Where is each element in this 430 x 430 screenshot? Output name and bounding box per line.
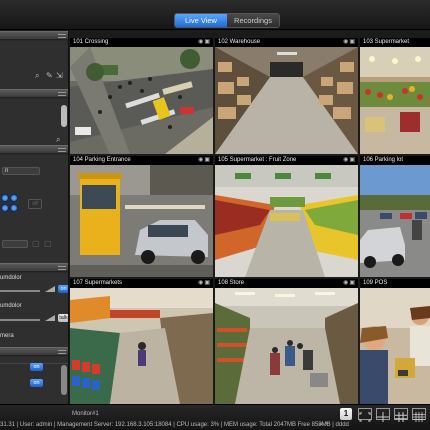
speed-select[interactable] [2, 240, 28, 248]
ptz-left[interactable] [1, 204, 9, 212]
audio-on-button[interactable]: on [58, 285, 68, 293]
talk-button[interactable]: talk [58, 314, 68, 322]
volume-ramp-icon [45, 286, 55, 292]
video-feed [360, 47, 430, 154]
camera-label: 106 Parking lot [363, 157, 404, 163]
camera-label: 103 Supermarket [363, 39, 410, 45]
video-feed [215, 165, 358, 277]
outputs-panel: on on [0, 357, 68, 404]
tab-recordings[interactable]: Recordings [227, 14, 279, 27]
camera-label: 102 Warehouse [218, 39, 261, 45]
layout-3x3-button[interactable] [394, 408, 408, 422]
panel-header-cameras[interactable] [0, 31, 68, 40]
camera-label: 101 Crossing [73, 39, 109, 45]
camera-tile-105[interactable]: 105 Supermarket : Fruit Zone ◉▣ [215, 156, 358, 277]
grid-3x3-icon [395, 412, 407, 422]
preset-select[interactable]: n [2, 167, 40, 175]
ptz-down[interactable] [10, 204, 18, 212]
grip-icon [58, 148, 66, 152]
search-icon[interactable]: ⌕ [35, 71, 39, 80]
camera-tile-108[interactable]: 108 Store ◉▣ [215, 279, 358, 404]
panel-header-ptz[interactable] [0, 145, 68, 154]
video-feed [215, 288, 358, 404]
video-feed [360, 288, 430, 404]
grid-2x2-icon [377, 412, 389, 422]
monitor-label: Monitor#1 [72, 411, 99, 417]
layout-1x1-button[interactable]: 1 [340, 408, 352, 420]
camera-tile-101[interactable]: 101 Crossing ◉▣ [70, 38, 213, 154]
camera-grid: 101 Crossing ◉▣ 102 Warehouse ◉▣ 103 Sup… [70, 38, 430, 404]
view-mode-switch: Live View Recordings [174, 13, 280, 28]
ptz-off-button[interactable]: off [28, 199, 42, 209]
ptz-panel: n off ▢ ▢ [0, 155, 68, 263]
zoom-out-icon[interactable]: ▢ [32, 239, 40, 248]
audio-label-3: mera [0, 333, 14, 339]
grip-icon [58, 34, 66, 38]
layout-2x2-button[interactable] [376, 408, 390, 422]
fullscreen-icon [359, 412, 371, 422]
audio-panel: umdolor on umdolor talk mera [0, 273, 68, 347]
tile-controls-icon[interactable]: ◉▣ [198, 157, 211, 164]
tab-live-view[interactable]: Live View [175, 14, 227, 27]
grip-icon [58, 92, 66, 96]
camera-tree-panel: ⌕ ✎ ⇲ [0, 41, 68, 89]
grip-icon [58, 266, 66, 270]
views-panel: ⌕ [0, 99, 68, 145]
panel-header-views[interactable] [0, 89, 68, 98]
status-text: 31.31 | User: admin | Management Server:… [0, 422, 349, 428]
camera-label: 109 POS [363, 280, 388, 286]
tile-controls-icon[interactable]: ◉▣ [198, 39, 211, 46]
output-on-button-1[interactable]: on [30, 363, 43, 371]
volume-ramp-icon [45, 315, 55, 321]
panel-header-outputs[interactable] [0, 347, 68, 356]
ptz-up[interactable] [10, 194, 18, 202]
camera-tile-103[interactable]: 103 Supermarket [360, 38, 430, 154]
camera-label: 108 Store [218, 280, 245, 286]
ptz-up-left[interactable] [1, 194, 9, 202]
video-feed [215, 47, 358, 154]
grid-4x4-icon [413, 412, 425, 422]
volume-slider-2[interactable] [0, 319, 40, 321]
export-icon[interactable]: ⇲ [56, 71, 63, 80]
grip-icon [58, 350, 66, 354]
tile-controls-icon[interactable]: ◉▣ [343, 39, 356, 46]
tile-controls-icon[interactable]: ◉▣ [343, 280, 356, 287]
ptz-joystick[interactable] [0, 192, 26, 216]
audio-label-1: umdolor [0, 275, 22, 281]
expand-chevrons-icon[interactable]: ▲▼ [318, 421, 330, 427]
video-feed [360, 165, 430, 277]
layout-fullscreen-button[interactable] [358, 408, 372, 422]
search-icon[interactable]: ⌕ [56, 135, 60, 144]
video-feed [70, 47, 213, 154]
status-bar: Monitor#1 31.31 | User: admin | Manageme… [0, 404, 430, 430]
tile-controls-icon[interactable]: ◉▣ [343, 157, 356, 164]
volume-slider-1[interactable] [0, 290, 40, 292]
camera-tile-102[interactable]: 102 Warehouse ◉▣ [215, 38, 358, 154]
camera-label: 107 Supermarkets [73, 280, 123, 286]
outputs-scrollbar[interactable] [61, 365, 67, 395]
tile-controls-icon[interactable]: ◉▣ [198, 280, 211, 287]
edit-icon[interactable]: ✎ [46, 71, 53, 80]
camera-tile-106[interactable]: 106 Parking lot [360, 156, 430, 277]
camera-tile-109[interactable]: 109 POS [360, 279, 430, 404]
layout-4x4-button[interactable] [412, 408, 426, 422]
zoom-in-icon[interactable]: ▢ [44, 239, 52, 248]
audio-label-2: umdolor [0, 303, 22, 309]
views-scrollbar[interactable] [61, 105, 67, 127]
panel-header-audio[interactable] [0, 263, 68, 272]
video-feed [70, 288, 213, 404]
camera-tile-107[interactable]: 107 Supermarkets ◉▣ [70, 279, 213, 404]
camera-label: 105 Supermarket : Fruit Zone [218, 157, 297, 163]
left-sidebar: ⌕ ✎ ⇲ ⌕ n off ▢ ▢ umdolor on umdolor tal… [0, 31, 69, 404]
camera-label: 104 Parking Entrance [73, 157, 131, 163]
top-bar: Live View Recordings [0, 0, 430, 30]
video-feed [70, 165, 213, 277]
camera-tile-104[interactable]: 104 Parking Entrance ◉▣ [70, 156, 213, 277]
output-on-button-2[interactable]: on [30, 379, 43, 387]
